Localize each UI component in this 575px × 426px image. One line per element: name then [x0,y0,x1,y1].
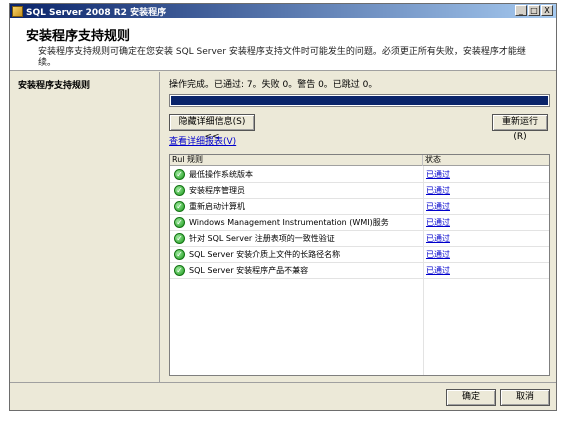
page-header: 安装程序支持规则 安装程序支持规则可确定在您安装 SQL Server 安装程序… [10,18,556,71]
rule-name: 安装程序管理员 [189,186,245,195]
table-row: ✓ 针对 SQL Server 注册表项的一致性验证 已通过 [170,231,549,247]
app-icon [12,5,23,17]
check-icon: ✓ [174,265,185,276]
cancel-button[interactable]: 取消 [500,389,550,406]
step-navigation: 安装程序支持规则 [10,72,160,382]
table-row: ✓ SQL Server 安装程序产品不兼容 已通过 [170,263,549,279]
maximize-button[interactable]: □ [528,5,540,16]
status-link[interactable]: 已通过 [426,217,450,228]
table-row: ✓ Windows Management Instrumentation (WM… [170,215,549,231]
page-description: 安装程序支持规则可确定在您安装 SQL Server 安装程序支持文件时可能发生… [38,47,526,68]
rerun-button[interactable]: 重新运行(R) [492,114,548,142]
check-icon: ✓ [174,201,185,212]
footer-divider [10,382,556,383]
check-icon: ✓ [174,217,185,228]
check-icon: ✓ [174,185,185,196]
minimize-button[interactable]: _ [515,5,527,16]
status-link[interactable]: 已通过 [426,233,450,244]
operation-status: 操作完成。已通过: 7。失败 0。警告 0。已跳过 0。 [169,80,378,90]
table-row: ✓ 重新启动计算机 已通过 [170,199,549,215]
rule-name: Windows Management Instrumentation (WMI)… [189,218,389,227]
table-row: ✓ 最低操作系统版本 已通过 [170,167,549,183]
installer-window: SQL Server 2008 R2 安装程序 _ □ X 安装程序支持规则 安… [9,3,557,411]
rule-name: 最低操作系统版本 [189,170,253,179]
window-title: SQL Server 2008 R2 安装程序 [26,7,167,18]
rule-name: SQL Server 安装介质上文件的长路径名称 [189,250,341,259]
status-link[interactable]: 已通过 [426,201,450,212]
status-link[interactable]: 已通过 [426,249,450,260]
rule-name: 重新启动计算机 [189,202,245,211]
hide-details-button[interactable]: 隐藏详细信息(S) << [169,114,255,142]
table-row: ✓ 安装程序管理员 已通过 [170,183,549,199]
view-report-link[interactable]: 查看详细报表(V) [169,134,236,147]
window-controls: _ □ X [515,5,553,16]
title-bar[interactable]: SQL Server 2008 R2 安装程序 _ □ X [10,4,556,18]
main-content: 操作完成。已通过: 7。失败 0。警告 0。已跳过 0。 隐藏详细信息(S) <… [161,72,556,382]
status-link[interactable]: 已通过 [426,169,450,180]
rule-name: 针对 SQL Server 注册表项的一致性验证 [189,234,335,243]
column-header-rule[interactable]: Rul 规则 [170,155,423,166]
ok-button[interactable]: 确定 [446,389,496,406]
rule-name: SQL Server 安装程序产品不兼容 [189,266,309,275]
status-link[interactable]: 已通过 [426,265,450,276]
check-icon: ✓ [174,249,185,260]
column-header-status[interactable]: 状态 [423,155,551,166]
rules-table: Rul 规则 状态 ✓ 最低操作系统版本 已通过 ✓ 安装程序管理员 已通过 ✓… [169,154,550,376]
status-link[interactable]: 已通过 [426,185,450,196]
progress-fill [171,96,548,105]
progress-bar [169,94,550,107]
check-icon: ✓ [174,169,185,180]
page-title: 安装程序支持规则 [26,29,131,44]
close-button[interactable]: X [541,5,553,16]
table-row: ✓ SQL Server 安装介质上文件的长路径名称 已通过 [170,247,549,263]
check-icon: ✓ [174,233,185,244]
step-item-support-rules[interactable]: 安装程序支持规则 [18,78,90,91]
table-header: Rul 规则 状态 [170,155,549,166]
